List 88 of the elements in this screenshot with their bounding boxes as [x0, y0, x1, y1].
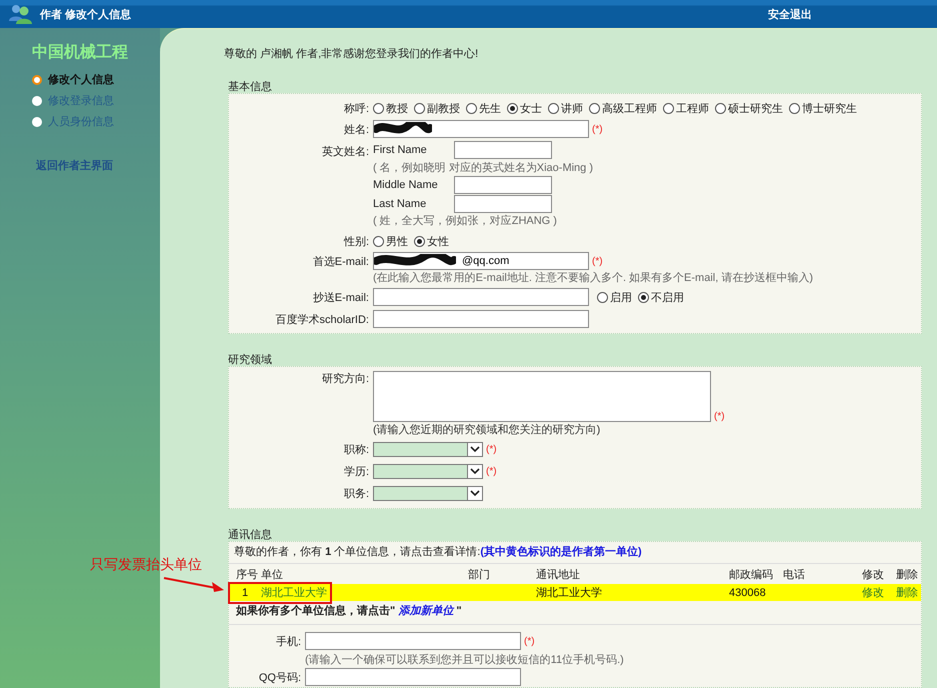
- radio-option[interactable]: 女性: [414, 234, 449, 248]
- last-name-field[interactable]: [454, 194, 552, 212]
- column-header: 删除: [896, 568, 919, 582]
- column-header: 电话: [783, 568, 806, 582]
- welcome-text: 尊敬的 卢湘帆 作者,非常感谢您登录我们的作者中心!: [224, 46, 480, 61]
- column-header: 单位: [261, 568, 284, 582]
- field-label: First Name: [373, 144, 428, 156]
- required-mark: (*): [592, 256, 603, 266]
- field-label: 手机:: [274, 634, 301, 648]
- bullet-icon: [32, 96, 42, 106]
- radio-option[interactable]: 硕士研究生: [715, 100, 783, 116]
- radio-option[interactable]: 讲师: [548, 100, 583, 116]
- field-label: 抄送E-mail:: [312, 290, 369, 304]
- sidebar-item[interactable]: 修改个人信息: [32, 69, 160, 90]
- annotation-arrow: [162, 576, 226, 592]
- note-text: (其中黄色标识的是作者第一单位): [480, 546, 642, 558]
- column-header: 部门: [468, 568, 491, 582]
- radio-option[interactable]: 男性: [373, 234, 408, 248]
- hint-text: ( 名，例如晓明 对应的英式姓名为Xiao-Ming ): [373, 160, 594, 175]
- page-title: 作者 修改个人信息: [40, 8, 132, 22]
- table-cell-text: 430068: [729, 586, 767, 598]
- add-prompt-text: ": [456, 605, 462, 617]
- section-title: 基本信息: [228, 81, 272, 93]
- column-header: 修改: [862, 568, 885, 582]
- dropdown-field[interactable]: [373, 442, 483, 456]
- field-label: 职称:: [342, 442, 369, 456]
- column-header: 通讯地址: [536, 568, 581, 582]
- hint-text: (在此输入您最常用的E-mail地址. 注意不要输入多个. 如果有多个E-mail, 请在抄送框中输入): [373, 270, 814, 285]
- chevron-down-icon: [470, 446, 480, 452]
- required-mark: (*): [714, 411, 725, 422]
- research-direction-field[interactable]: [373, 371, 711, 422]
- annotation-text: 只写发票抬头单位: [90, 556, 202, 574]
- radio-option[interactable]: 先生: [466, 100, 501, 116]
- hint-text: (请输入您近期的研究领域和您关注的研究方向): [373, 422, 602, 438]
- chevron-down-icon: [470, 490, 480, 496]
- radio-option[interactable]: 博士研究生: [789, 100, 857, 116]
- field-label: 学历:: [342, 464, 369, 478]
- field-label: Middle Name: [373, 178, 439, 190]
- add-prompt-text: 如果你有多个单位信息，请点击": [236, 605, 396, 617]
- dropdown-field[interactable]: [373, 464, 483, 478]
- logout-link[interactable]: 安全退出: [768, 6, 812, 22]
- section-title: 通讯信息: [228, 529, 272, 541]
- required-mark: (*): [592, 124, 603, 134]
- radio-option[interactable]: 女士: [507, 100, 542, 116]
- cc-email-field[interactable]: [373, 288, 589, 306]
- redaction-mark: [374, 122, 432, 136]
- radio-option[interactable]: 工程师: [663, 100, 709, 116]
- chevron-down-icon: [470, 468, 480, 474]
- delete-link[interactable]: 删除: [896, 585, 921, 600]
- radio-option[interactable]: 不启用: [638, 290, 684, 304]
- field-label: 首选E-mail:: [312, 254, 369, 268]
- required-mark: (*): [486, 444, 497, 454]
- qq-field[interactable]: [305, 668, 521, 686]
- bullet-icon: [32, 116, 42, 126]
- middle-name-field[interactable]: [454, 176, 552, 194]
- column-header: 序号: [236, 568, 259, 582]
- edit-link[interactable]: 修改: [862, 585, 896, 600]
- field-label: 研究方向:: [320, 372, 369, 386]
- section-title: 研究领域: [228, 354, 272, 366]
- mobile-field[interactable]: [305, 632, 521, 650]
- radio-option[interactable]: 教授: [373, 100, 408, 116]
- radio-option[interactable]: 高级工程师: [589, 100, 657, 116]
- table-cell-text: 湖北工业大学: [536, 586, 603, 600]
- column-header: 邮政编码: [729, 568, 774, 582]
- field-label: 英文姓名:: [320, 144, 369, 159]
- field-label: QQ号码:: [258, 670, 301, 684]
- bullet-icon: [32, 74, 42, 84]
- radio-option[interactable]: 启用: [597, 290, 632, 304]
- hint-text: (请输入一个确保可以联系到您并且可以接收短信的11位手机号码.): [305, 652, 625, 666]
- scholar-id-field[interactable]: [373, 310, 589, 328]
- intro-text: 尊敬的作者，你有 1 个单位信息，请点击查看详情:: [234, 546, 480, 558]
- field-label: 性别:: [342, 234, 369, 248]
- users-icon: [8, 3, 32, 25]
- site-brand: 中国机械工程: [32, 42, 129, 63]
- first-name-field[interactable]: [454, 141, 552, 159]
- field-label: 职务:: [342, 486, 369, 500]
- add-unit-link[interactable]: 添加新单位: [398, 605, 454, 617]
- hint-text: ( 姓，全大写，例如张，对应ZHANG ): [373, 214, 558, 229]
- radio-option[interactable]: 副教授: [414, 100, 460, 116]
- field-label: 姓名:: [342, 122, 369, 136]
- field-label: 百度学术scholarID:: [274, 312, 369, 326]
- dropdown-field[interactable]: [373, 486, 483, 500]
- required-mark: (*): [486, 466, 497, 476]
- field-label: 称呼:: [342, 102, 369, 116]
- field-label: Last Name: [373, 198, 428, 210]
- table-cell-text: 1: [241, 586, 250, 598]
- required-mark: (*): [524, 636, 535, 646]
- unit-link[interactable]: 湖北工业大学: [261, 585, 468, 600]
